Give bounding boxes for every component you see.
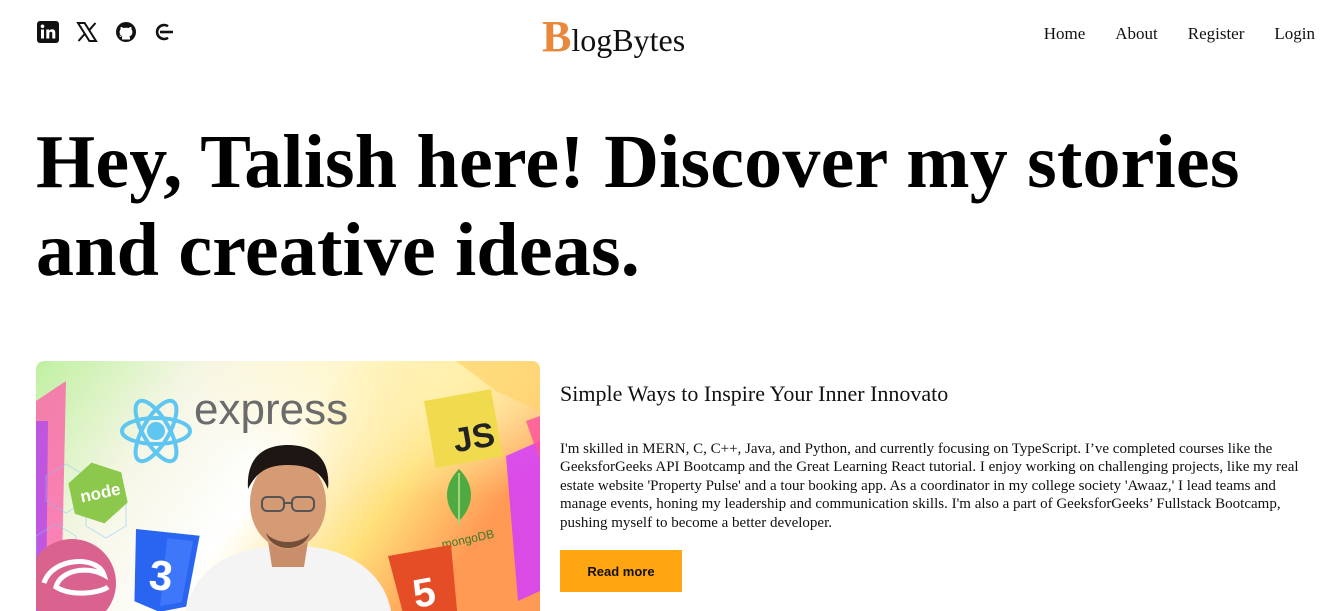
site-header: BlogBytes Home About Register Login	[0, 0, 1321, 80]
site-logo[interactable]: BlogBytes	[542, 10, 685, 67]
post-excerpt: I'm skilled in MERN, C, C++, Java, and P…	[560, 441, 1299, 531]
hero-line-1: Hey, Talish here! Discover my stories	[36, 120, 1240, 204]
tech-collage-illustration: express node JS mongoDB 3 5	[36, 361, 540, 611]
featured-post-image[interactable]: express node JS mongoDB 3 5	[36, 361, 540, 611]
nav-register[interactable]: Register	[1188, 24, 1245, 44]
read-more-button[interactable]: Read more	[560, 550, 682, 593]
js-label: JS	[450, 416, 498, 461]
post-title[interactable]: Simple Ways to Inspire Your Inner Innova…	[560, 378, 1305, 410]
js-logo: JS	[424, 389, 503, 468]
geeksforgeeks-icon[interactable]	[153, 20, 177, 44]
main-nav: Home About Register Login	[1044, 24, 1315, 44]
hero-line-2: and creative ideas.	[36, 208, 641, 292]
logo-initial: B	[542, 12, 572, 61]
github-icon[interactable]	[114, 20, 138, 44]
nav-about[interactable]: About	[1115, 24, 1158, 44]
linkedin-icon[interactable]	[36, 20, 60, 44]
nav-login[interactable]: Login	[1274, 24, 1315, 44]
css3-label: 3	[147, 551, 175, 600]
express-label: express	[194, 385, 348, 434]
hero-heading: Hey, Talish here! Discover my stories an…	[36, 118, 1316, 294]
featured-post: Simple Ways to Inspire Your Inner Innova…	[560, 378, 1305, 593]
x-twitter-icon[interactable]	[75, 20, 99, 44]
nav-home[interactable]: Home	[1044, 24, 1086, 44]
logo-text: logBytes	[571, 22, 686, 58]
social-links	[36, 20, 192, 44]
